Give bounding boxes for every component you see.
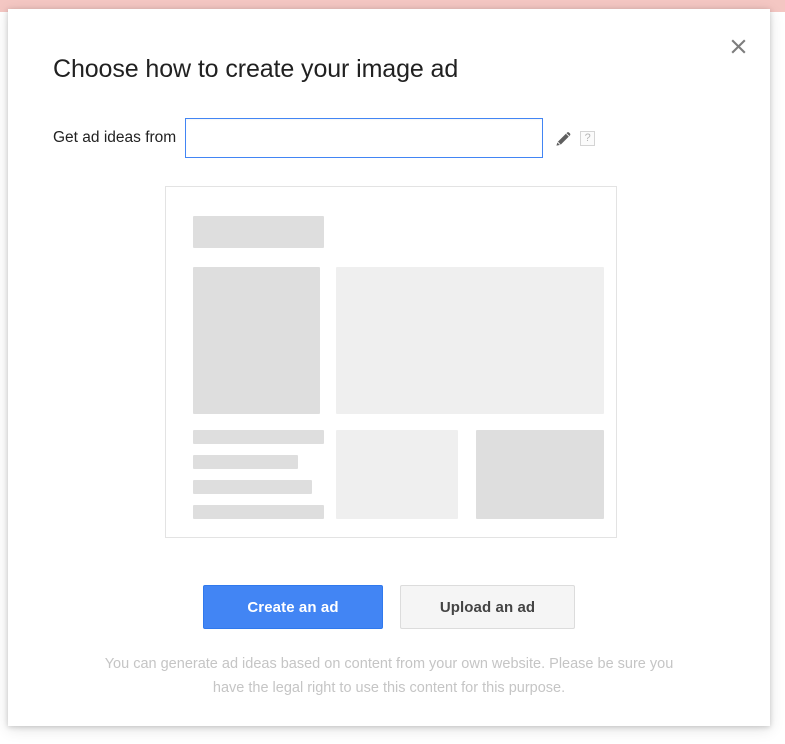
help-icon[interactable]: ? (580, 130, 596, 146)
skeleton-wide-image (336, 267, 604, 414)
skeleton-box-left (336, 430, 458, 519)
skeleton-box-right (476, 430, 604, 519)
ad-preview-skeleton (165, 186, 617, 538)
dialog-actions: Create an ad Upload an ad (8, 585, 770, 629)
pencil-icon[interactable] (554, 129, 572, 147)
skeleton-text-line-4 (193, 505, 324, 519)
ad-ideas-source-label: Get ad ideas from (53, 129, 177, 146)
ad-ideas-source-input[interactable] (185, 118, 544, 158)
skeleton-text-line-3 (193, 480, 312, 494)
skeleton-header-bar (193, 216, 324, 248)
ad-ideas-source-row: Get ad ideas from ? (53, 117, 596, 159)
create-an-ad-button[interactable]: Create an ad (203, 585, 383, 629)
skeleton-text-line-1 (193, 430, 324, 444)
create-image-ad-dialog: Choose how to create your image ad Get a… (8, 9, 770, 726)
dialog-title: Choose how to create your image ad (53, 55, 459, 83)
legal-disclaimer-note: You can generate ad ideas based on conte… (104, 656, 674, 696)
upload-an-ad-button[interactable]: Upload an ad (400, 585, 575, 629)
close-icon[interactable] (723, 31, 753, 61)
skeleton-text-line-2 (193, 455, 298, 469)
skeleton-tall-image (193, 267, 320, 414)
